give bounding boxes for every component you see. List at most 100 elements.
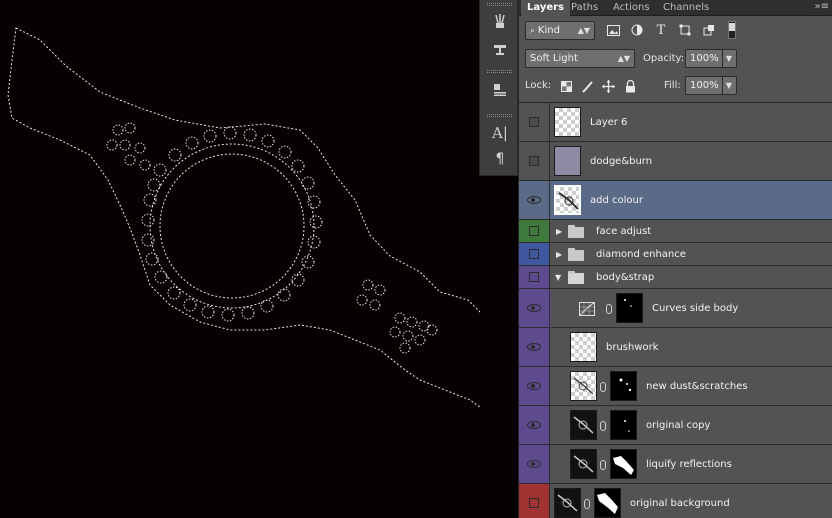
document-canvas[interactable]	[0, 0, 480, 518]
selection-outline	[7, 27, 480, 408]
pixel-filter-icon[interactable]	[605, 22, 621, 38]
adjustment-filter-icon[interactable]	[629, 22, 645, 38]
visibility-off-box	[529, 156, 539, 166]
panel-menu-icon[interactable]: »≡	[815, 1, 830, 12]
mask-link-icon[interactable]	[584, 499, 590, 509]
group-row[interactable]: ▶ diamond enhance	[519, 243, 832, 266]
group-name[interactable]: face adjust	[596, 226, 651, 237]
visibility-toggle[interactable]	[519, 103, 550, 141]
shape-filter-icon[interactable]	[677, 22, 693, 38]
filter-toggle-switch[interactable]	[728, 21, 736, 39]
eye-icon	[527, 343, 541, 351]
blend-mode-select[interactable]: Soft Light ▲▼	[525, 49, 635, 68]
eye-icon	[527, 460, 541, 468]
lock-pixels-icon[interactable]	[579, 78, 595, 94]
layer-row-selected[interactable]: add colour	[519, 181, 832, 220]
eye-icon	[527, 304, 541, 312]
group-row[interactable]: ▶ face adjust	[519, 220, 832, 243]
visibility-toggle[interactable]	[519, 445, 550, 483]
eye-icon	[527, 421, 541, 429]
layer-name[interactable]: new dust&scratches	[646, 381, 748, 392]
visibility-toggle[interactable]	[519, 266, 550, 288]
folder-icon	[568, 225, 584, 238]
strip-grip[interactable]	[487, 70, 512, 73]
eye-icon	[527, 196, 541, 204]
mask-link-icon[interactable]	[600, 460, 606, 470]
lock-position-icon[interactable]	[600, 78, 616, 94]
group-name[interactable]: body&strap	[596, 272, 654, 283]
mask-link-icon[interactable]	[600, 421, 606, 431]
group-row[interactable]: ▼ body&strap	[519, 266, 832, 289]
opacity-field[interactable]: 100% ▼	[685, 49, 737, 68]
visibility-off-box	[529, 272, 539, 282]
search-icon: ⌕	[530, 26, 538, 36]
expand-caret-icon[interactable]: ▶	[556, 227, 562, 236]
clone-source-icon[interactable]	[489, 38, 511, 60]
layer-list[interactable]: Layer 6 dodge&burn add colour ▶ face adj…	[519, 102, 832, 518]
fill-field[interactable]: 100% ▼	[685, 76, 737, 95]
tab-actions[interactable]: Actions	[607, 0, 656, 16]
expand-caret-icon[interactable]: ▶	[556, 250, 562, 259]
visibility-toggle[interactable]	[519, 289, 550, 327]
lock-row: Lock: Fill: 100% ▼	[519, 74, 832, 98]
strip-grip[interactable]	[487, 3, 512, 6]
filter-kind-select[interactable]: ⌕ Kind ▲▼	[525, 21, 595, 40]
layer-row[interactable]: dodge&burn	[519, 142, 832, 181]
visibility-toggle[interactable]	[519, 367, 550, 405]
layer-name[interactable]: original copy	[646, 420, 710, 431]
tool-strip: A| ¶	[479, 0, 518, 176]
layer-name[interactable]: brushwork	[606, 342, 659, 353]
paragraph-panel-icon[interactable]: ¶	[489, 148, 511, 170]
opacity-label: Opacity:	[643, 53, 685, 64]
folder-icon	[568, 248, 584, 261]
folder-open-icon	[568, 271, 584, 284]
layer-thumbnail	[570, 449, 597, 479]
panel-tab-bar: Layers Paths Actions Channels »≡	[519, 0, 832, 17]
layer-mask-thumbnail	[594, 488, 621, 518]
strip-grip[interactable]	[487, 114, 512, 117]
visibility-toggle[interactable]	[519, 181, 550, 219]
layer-name[interactable]: Curves side body	[652, 303, 738, 314]
layer-thumbnail	[554, 107, 581, 137]
mask-link-icon[interactable]	[600, 382, 606, 392]
layer-thumbnail	[554, 488, 581, 518]
lock-all-icon[interactable]	[622, 78, 638, 94]
layer-row[interactable]: Layer 6	[519, 103, 832, 142]
layer-row[interactable]: original background	[519, 484, 832, 518]
collapse-caret-icon[interactable]: ▼	[555, 273, 561, 282]
layer-name[interactable]: Layer 6	[590, 117, 627, 128]
layer-row[interactable]: Curves side body	[519, 289, 832, 328]
character-panel-icon[interactable]: A|	[489, 122, 511, 144]
tab-layers[interactable]: Layers	[521, 0, 570, 17]
blend-row: Soft Light ▲▼ Opacity: 100% ▼	[519, 46, 832, 70]
layer-row[interactable]: brushwork	[519, 328, 832, 367]
visibility-toggle[interactable]	[519, 243, 550, 265]
tab-channels[interactable]: Channels	[657, 0, 715, 16]
smart-object-filter-icon[interactable]	[701, 22, 717, 38]
curves-adjustment-icon	[579, 302, 595, 316]
tab-paths[interactable]: Paths	[565, 0, 604, 16]
mask-link-icon[interactable]	[606, 304, 612, 314]
visibility-off-box	[529, 117, 539, 127]
layer-name[interactable]: liquify reflections	[646, 459, 732, 470]
visibility-toggle[interactable]	[519, 406, 550, 444]
layer-name[interactable]: original background	[630, 498, 730, 509]
layer-name[interactable]: add colour	[590, 195, 643, 206]
layer-row[interactable]: liquify reflections	[519, 445, 832, 484]
visibility-toggle[interactable]	[519, 484, 550, 518]
brush-preset-icon[interactable]	[489, 10, 511, 32]
lock-transparency-icon[interactable]	[558, 78, 574, 94]
type-filter-icon[interactable]: T	[653, 22, 669, 38]
lock-label: Lock:	[525, 80, 552, 91]
diamond-stones	[106, 122, 438, 354]
layer-row[interactable]: new dust&scratches	[519, 367, 832, 406]
tool-presets-icon[interactable]	[489, 78, 511, 100]
layer-mask-thumbnail	[610, 410, 637, 440]
group-name[interactable]: diamond enhance	[596, 249, 686, 260]
layer-name[interactable]: dodge&burn	[590, 156, 652, 167]
visibility-toggle[interactable]	[519, 328, 550, 366]
visibility-toggle[interactable]	[519, 142, 550, 180]
layer-row[interactable]: original copy	[519, 406, 832, 445]
visibility-toggle[interactable]	[519, 220, 550, 242]
layer-thumbnail	[570, 410, 597, 440]
